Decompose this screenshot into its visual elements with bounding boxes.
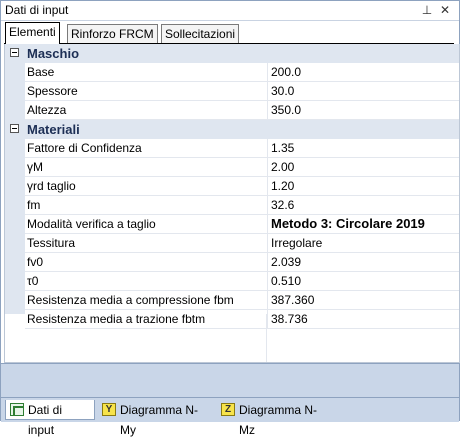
property-row[interactable]: τ0 0.510 — [5, 272, 459, 291]
property-name: fv0 — [25, 253, 268, 272]
property-value[interactable]: 387.360 — [267, 291, 459, 310]
property-value[interactable]: 30.0 — [267, 82, 459, 101]
tab-sollecitazioni[interactable]: Sollecitazioni — [161, 24, 240, 43]
bottom-tab-diagramma-n-my[interactable]: Y Diagramma N-My — [98, 400, 216, 437]
bottom-tab-label: Dati di input — [28, 403, 63, 437]
collapse-toggle-icon[interactable] — [10, 48, 19, 57]
property-value[interactable]: 32.6 — [267, 196, 459, 215]
z-diagram-icon: Z — [221, 403, 235, 416]
bottom-tab-bar: Dati di input Y Diagramma N-My Z Diagram… — [1, 397, 459, 437]
property-grid: Maschio Base 200.0 Spessore 30.0 Altezza 35… — [4, 44, 460, 363]
property-row[interactable]: fv0 2.039 — [5, 253, 459, 272]
close-icon[interactable]: ✕ — [437, 2, 453, 18]
property-name: Resistenza media a compressione fbm — [25, 291, 268, 310]
bottom-tab-label: Diagramma N-Mz — [239, 403, 318, 437]
property-value[interactable]: 1.35 — [267, 139, 459, 158]
property-name: Spessore — [25, 82, 268, 101]
property-row[interactable]: γrd taglio 1.20 — [5, 177, 459, 196]
property-value[interactable]: 350.0 — [267, 101, 459, 120]
property-value[interactable]: 1.20 — [267, 177, 459, 196]
bottom-tab-diagramma-n-mz[interactable]: Z Diagramma N-Mz — [217, 400, 335, 437]
property-value[interactable]: 2.039 — [267, 253, 459, 272]
property-row[interactable]: Base 200.0 — [5, 63, 459, 82]
property-row[interactable]: γM 2.00 — [5, 158, 459, 177]
property-name: Modalità verifica a taglio — [25, 215, 268, 234]
property-value[interactable]: 200.0 — [267, 63, 459, 82]
property-name: γrd taglio — [25, 177, 268, 196]
tab-elementi-label: Elementi — [9, 25, 56, 39]
category-materiali[interactable]: Materiali — [5, 120, 459, 139]
tab-rinforzo-frcm[interactable]: Rinforzo FRCM — [67, 24, 158, 43]
input-data-panel: Dati di input ⊥ ✕ Elementi Rinforzo FRCM… — [0, 0, 460, 437]
property-name: Fattore di Confidenza — [25, 139, 268, 158]
property-name: γM — [25, 158, 268, 177]
property-name: τ0 — [25, 272, 268, 291]
y-diagram-icon: Y — [102, 403, 116, 416]
property-name: Base — [25, 63, 268, 82]
collapse-toggle-icon[interactable] — [10, 124, 19, 133]
property-value[interactable]: 0.510 — [267, 272, 459, 291]
category-maschio[interactable]: Maschio — [5, 44, 459, 63]
property-row[interactable]: Tessitura Irregolare — [5, 234, 459, 253]
tab-elementi[interactable]: Elementi — [5, 22, 60, 44]
table-icon — [10, 403, 24, 416]
category-label: Materiali — [27, 122, 80, 137]
property-name: Tessitura — [25, 234, 268, 253]
property-row[interactable]: Modalità verifica a taglio Metodo 3: Circ… — [5, 215, 459, 234]
property-name: fm — [25, 196, 268, 215]
property-row[interactable]: Fattore di Confidenza 1.35 — [5, 139, 459, 158]
tab-rinforzo-frcm-label: Rinforzo FRCM — [71, 27, 154, 41]
property-value[interactable]: 2.00 — [267, 158, 459, 177]
pin-icon[interactable]: ⊥ — [419, 2, 435, 18]
property-value[interactable]: Irregolare — [267, 234, 459, 253]
property-row[interactable]: fm 32.6 — [5, 196, 459, 215]
property-row[interactable]: Altezza 350.0 — [5, 101, 459, 120]
help-description-area — [1, 363, 459, 398]
tab-sollecitazioni-label: Sollecitazioni — [165, 27, 236, 41]
grid-empty-area — [5, 314, 459, 362]
panel-title: Dati di input — [5, 3, 69, 17]
property-row[interactable]: Resistenza media a compressione fbm 387.3… — [5, 291, 459, 310]
category-label: Maschio — [27, 46, 80, 61]
property-row[interactable]: Spessore 30.0 — [5, 82, 459, 101]
property-value[interactable]: Metodo 3: Circolare 2019 — [267, 215, 459, 234]
property-name: Altezza — [25, 101, 268, 120]
bottom-tab-dati-di-input[interactable]: Dati di input — [5, 400, 95, 437]
panel-titlebar: Dati di input ⊥ ✕ — [1, 1, 459, 21]
bottom-tab-label: Diagramma N-My — [120, 403, 199, 437]
